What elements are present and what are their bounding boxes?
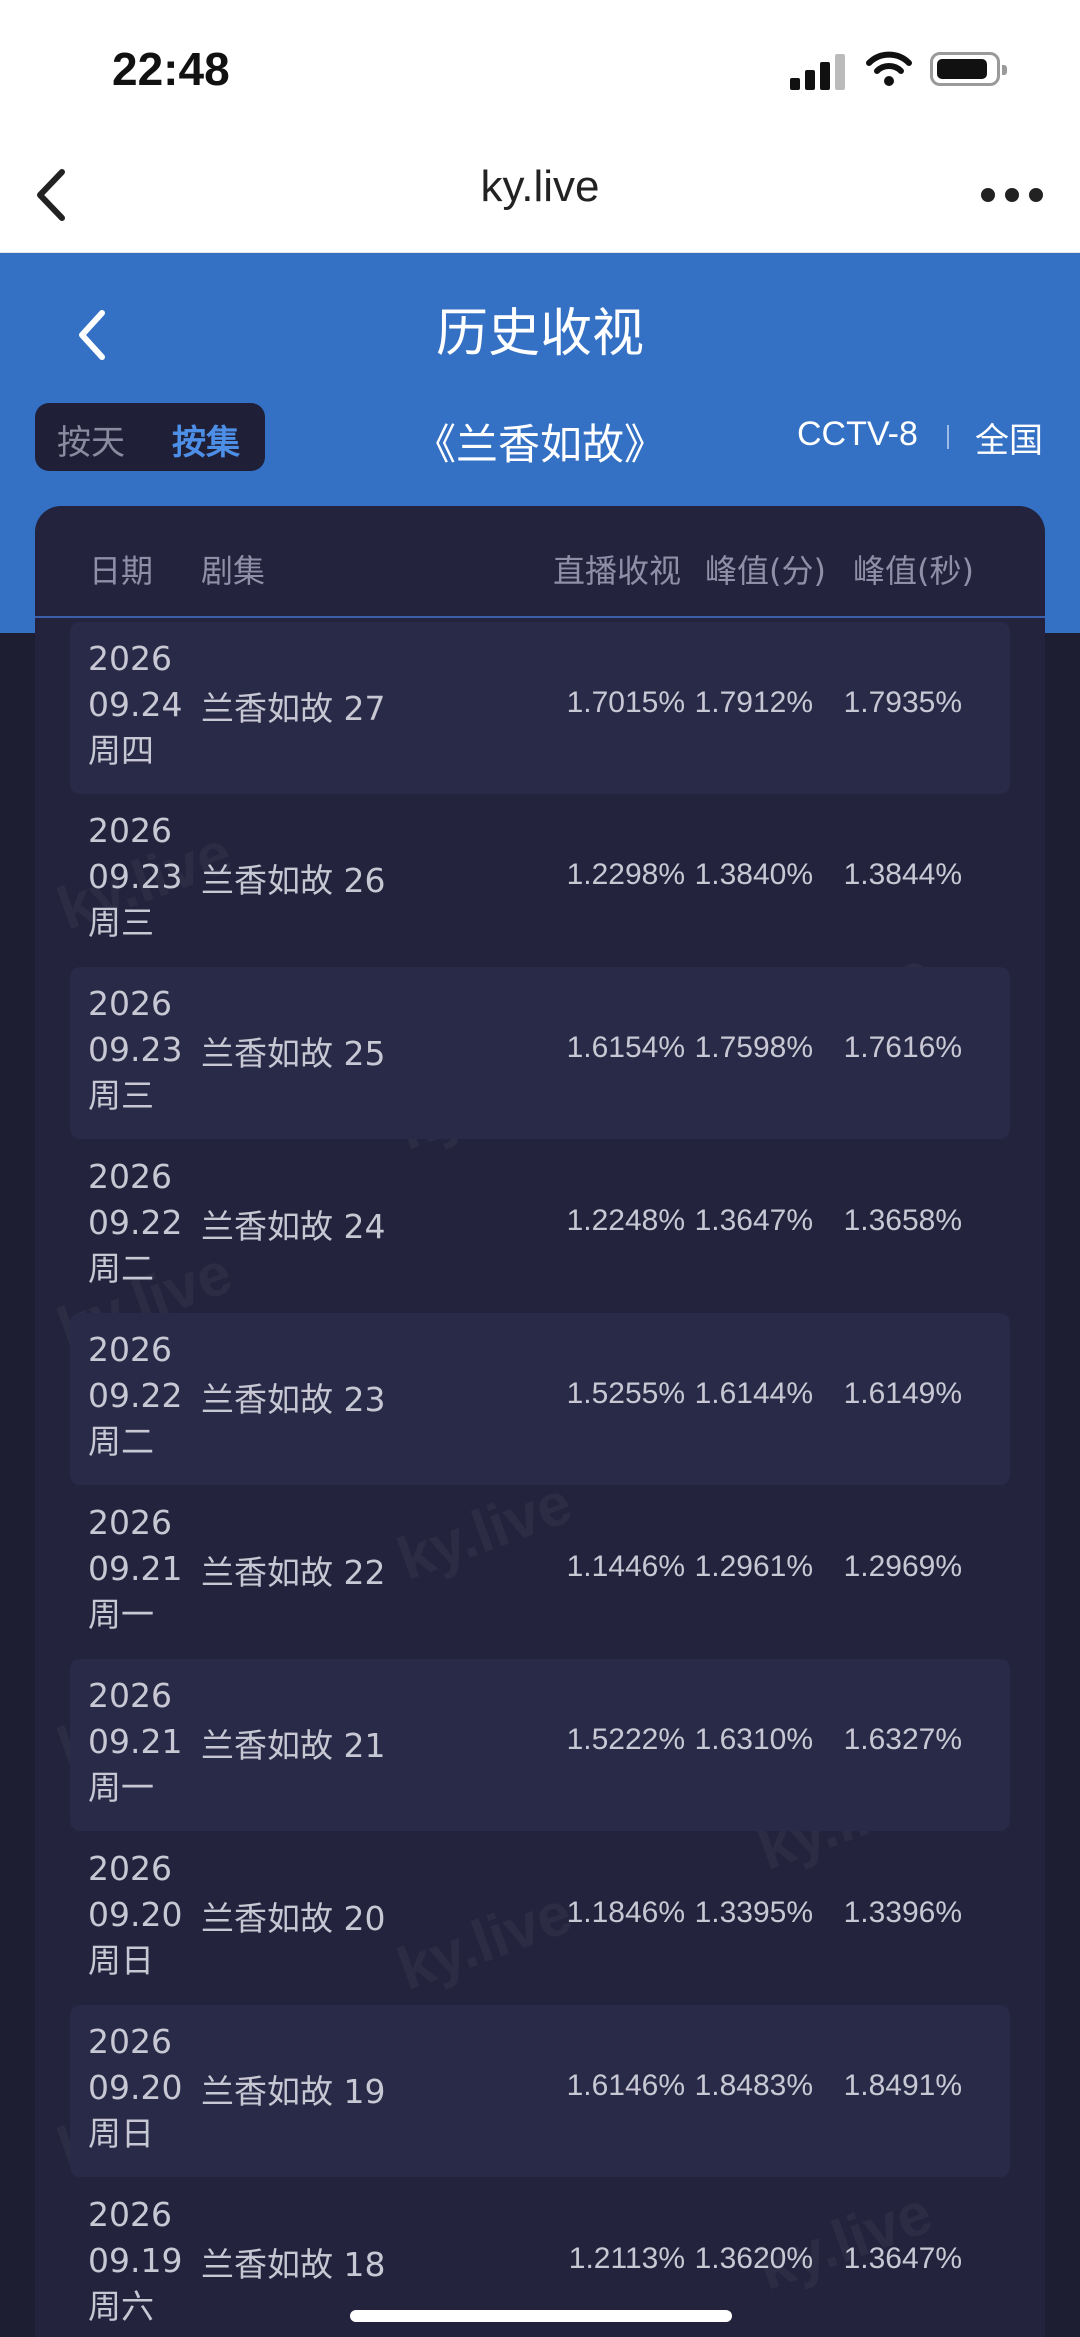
row-date: 2026 09.24 周四: [88, 639, 183, 770]
show-title: 《兰香如故》: [413, 420, 666, 469]
row-date: 2026 09.23 周三: [88, 811, 183, 942]
table-row[interactable]: 2026 09.22 周二 兰香如故 23 1.5255% 1.6144% 1.…: [70, 1313, 1010, 1485]
col-live-rating: 直播收视: [553, 552, 682, 590]
row-episode: 兰香如故 21: [201, 1726, 386, 1765]
row-date: 2026 09.19 周六: [88, 2195, 183, 2326]
status-bar: 22:48: [0, 0, 1080, 140]
browser-title: ky.live: [480, 162, 600, 211]
col-episode: 剧集: [201, 552, 266, 590]
row-peak-second: 1.3396%: [843, 1896, 962, 1929]
row-peak-second: 1.3647%: [843, 2242, 962, 2275]
row-date: 2026 09.21 周一: [88, 1503, 183, 1634]
row-date: 2026 09.22 周二: [88, 1157, 183, 1288]
row-peak-minute: 1.2961%: [694, 1550, 813, 1583]
page-title: 历史收视: [435, 304, 644, 364]
table-row[interactable]: 2026 09.21 周一 兰香如故 22 1.1446% 1.2961% 1.…: [70, 1486, 1010, 1658]
row-episode: 兰香如故 23: [201, 1380, 386, 1419]
row-peak-minute: 1.7598%: [694, 1031, 813, 1064]
row-episode: 兰香如故 19: [201, 2072, 386, 2111]
table-row[interactable]: 2026 09.23 周三 兰香如故 25 1.6154% 1.7598% 1.…: [70, 967, 1010, 1139]
row-peak-minute: 1.3620%: [694, 2242, 813, 2275]
row-peak-minute: 1.7912%: [694, 686, 813, 719]
row-date: 2026 09.22 周二: [88, 1330, 183, 1461]
col-date: 日期: [89, 552, 154, 590]
row-peak-minute: 1.3395%: [694, 1896, 813, 1929]
row-peak-minute: 1.6144%: [694, 1377, 813, 1410]
row-peak-second: 1.6149%: [843, 1377, 962, 1410]
row-episode: 兰香如故 25: [201, 1034, 386, 1073]
wifi-icon: [866, 51, 912, 86]
region-selector[interactable]: 全国: [975, 413, 1043, 462]
col-peak-minute: 峰值(分): [705, 552, 826, 590]
home-indicator[interactable]: [350, 2310, 732, 2322]
row-episode: 兰香如故 24: [201, 1207, 386, 1246]
table-row[interactable]: 2026 09.21 周一 兰香如故 21 1.5222% 1.6310% 1.…: [70, 1659, 1010, 1831]
more-icon[interactable]: [975, 180, 1045, 210]
row-peak-minute: 1.8483%: [694, 2069, 813, 2102]
row-peak-second: 1.8491%: [843, 2069, 962, 2102]
row-peak-minute: 1.3840%: [694, 858, 813, 891]
table-row[interactable]: 2026 09.23 周三 兰香如故 26 1.2298% 1.3840% 1.…: [70, 794, 1010, 966]
table-row[interactable]: 2026 09.20 周日 兰香如故 20 1.1846% 1.3395% 1.…: [70, 1832, 1010, 2004]
row-episode: 兰香如故 26: [201, 861, 386, 900]
signal-icon: [790, 52, 846, 90]
row-peak-second: 1.2969%: [843, 1550, 962, 1583]
status-time: 22:48: [112, 43, 230, 95]
row-peak-second: 1.7935%: [843, 686, 962, 719]
channel-selector[interactable]: CCTV-8: [797, 415, 918, 454]
row-episode: 兰香如故 22: [201, 1553, 386, 1592]
row-date: 2026 09.20 周日: [88, 1849, 183, 1980]
divider: [947, 425, 949, 449]
row-episode: 兰香如故 18: [201, 2245, 386, 2284]
row-date: 2026 09.21 周一: [88, 1676, 183, 1807]
row-peak-minute: 1.3647%: [694, 1204, 813, 1237]
row-peak-second: 1.3844%: [843, 858, 962, 891]
row-peak-minute: 1.6310%: [694, 1723, 813, 1756]
row-episode: 兰香如故 20: [201, 1899, 386, 1938]
row-peak-second: 1.7616%: [843, 1031, 962, 1064]
table-row[interactable]: 2026 09.24 周四 兰香如故 27 1.7015% 1.7912% 1.…: [70, 622, 1010, 794]
row-date: 2026 09.20 周日: [88, 2022, 183, 2153]
row-peak-second: 1.3658%: [843, 1204, 962, 1237]
ratings-table: 日期 剧集 直播收视 峰值(分) 峰值(秒) ky.live ky.live k…: [35, 506, 1045, 2337]
row-date: 2026 09.23 周三: [88, 984, 183, 1115]
browser-bar: ky.live: [0, 140, 1080, 253]
table-row[interactable]: 2026 09.20 周日 兰香如故 19 1.6146% 1.8483% 1.…: [70, 2005, 1010, 2177]
table-header: 日期 剧集 直播收视 峰值(分) 峰值(秒): [35, 506, 1045, 618]
row-peak-second: 1.6327%: [843, 1723, 962, 1756]
table-row[interactable]: 2026 09.22 周二 兰香如故 24 1.2248% 1.3647% 1.…: [70, 1140, 1010, 1312]
col-peak-second: 峰值(秒): [853, 552, 974, 590]
row-episode: 兰香如故 27: [201, 689, 386, 728]
battery-icon: [930, 52, 1007, 86]
